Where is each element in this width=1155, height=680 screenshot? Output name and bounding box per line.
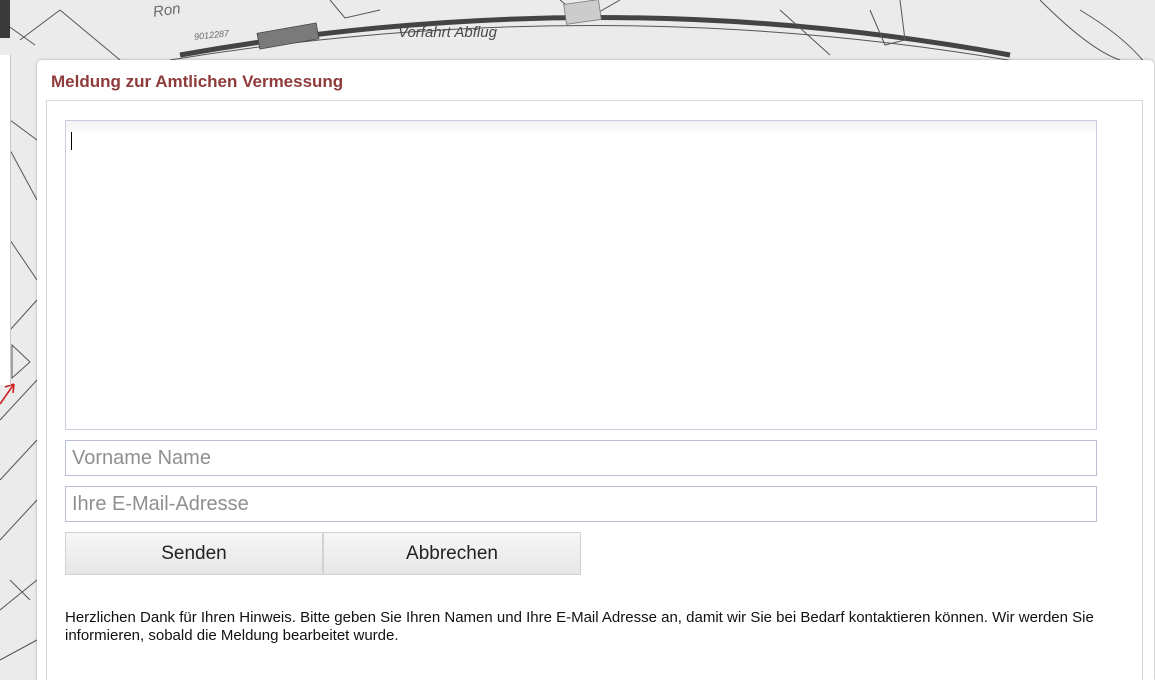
send-button[interactable]: Senden: [65, 532, 323, 575]
name-input[interactable]: [65, 440, 1097, 476]
message-textarea[interactable]: [65, 120, 1097, 430]
text-caret: [71, 132, 72, 150]
map-marker-arrow: [0, 383, 15, 405]
map-corner-block: [0, 0, 10, 38]
dialog-title: Meldung zur Amtlichen Vermessung: [51, 72, 344, 91]
cancel-button[interactable]: Abbrechen: [323, 532, 581, 575]
map-road-label: Vorfahrt Abflug: [398, 24, 497, 41]
report-dialog: Meldung zur Amtlichen Vermessung Senden …: [37, 60, 1154, 680]
info-note: Herzlichen Dank für Ihren Hinweis. Bitte…: [65, 609, 1094, 644]
side-panel-edge: [0, 55, 11, 385]
email-input[interactable]: [65, 486, 1097, 522]
